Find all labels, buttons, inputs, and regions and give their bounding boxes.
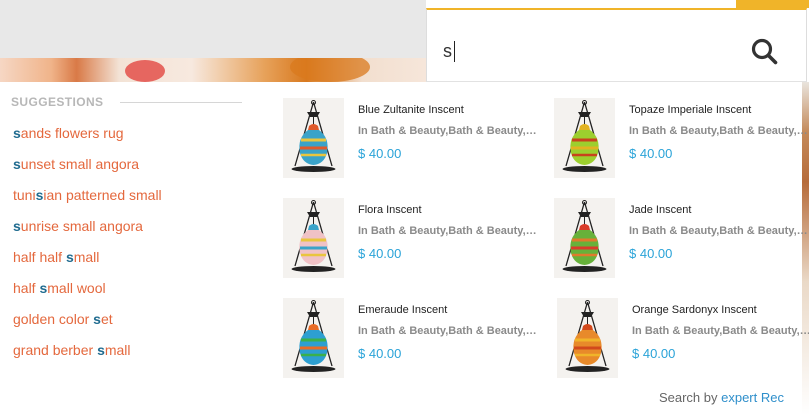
product-image[interactable] <box>554 98 615 178</box>
suggestion-text: unset small angora <box>20 156 140 172</box>
powered-by-footer: Search by expert Rec <box>659 390 784 405</box>
suggestions-divider <box>120 102 242 103</box>
suggestion-text: tuni <box>13 187 36 203</box>
suggestion-match-highlight: s <box>13 125 21 141</box>
suggestion-match-highlight: s <box>13 156 21 172</box>
suggestion-item[interactable]: sands flowers rug <box>13 124 162 155</box>
product-name[interactable]: Orange Sardonyx Inscent <box>632 304 757 316</box>
product-category: In Bath & Beauty,Bath & Beauty,Home Deco… <box>629 225 809 237</box>
suggestion-text: half half <box>13 249 66 265</box>
product-result[interactable]: Orange Sardonyx Inscent In Bath & Beauty,… <box>557 298 809 380</box>
suggestion-item[interactable]: half half small <box>13 248 162 279</box>
suggestion-match-highlight: s <box>97 342 105 358</box>
product-name[interactable]: Topaze Imperiale Inscent <box>629 104 751 116</box>
product-category: In Bath & Beauty,Bath & Beauty,Home Deco… <box>629 125 809 137</box>
product-category: In Bath & Beauty,Bath & Beauty,Home Deco… <box>632 325 809 337</box>
page-header-background <box>0 0 426 58</box>
header-top-strip <box>426 0 809 8</box>
product-result[interactable]: Flora Inscent In Bath & Beauty,Bath & Bea… <box>283 198 541 280</box>
brand-logo-text[interactable]: expert <box>721 390 757 405</box>
search-icon <box>751 38 778 65</box>
product-name[interactable]: Emeraude Inscent <box>358 304 447 316</box>
product-result[interactable]: Jade Inscent In Bath & Beauty,Bath & Beau… <box>554 198 809 280</box>
product-price: $ 40.00 <box>632 346 676 361</box>
product-name[interactable]: Jade Inscent <box>629 204 691 216</box>
product-image[interactable] <box>554 198 615 278</box>
suggestion-text: golden color <box>13 311 94 327</box>
product-result[interactable]: Topaze Imperiale Inscent In Bath & Beauty… <box>554 98 809 180</box>
suggestion-text: unrise small angora <box>20 218 143 234</box>
suggestion-text: half <box>13 280 40 296</box>
product-result[interactable]: Emeraude Inscent In Bath & Beauty,Bath & … <box>283 298 541 380</box>
search-box <box>426 8 807 82</box>
suggestion-text: et <box>100 311 113 327</box>
suggestion-text: ands flowers rug <box>20 125 124 141</box>
product-image[interactable] <box>283 98 344 178</box>
suggestions-header: SUGGESTIONS <box>11 95 104 109</box>
product-price: $ 40.00 <box>358 246 402 261</box>
suggestion-match-highlight: s <box>93 311 101 327</box>
suggestion-item[interactable]: grand berber small <box>13 341 162 372</box>
suggestion-text: ian patterned small <box>43 187 162 203</box>
product-category: In Bath & Beauty,Bath & Beauty,Home Deco… <box>358 125 538 137</box>
product-category: In Bath & Beauty,Bath & Beauty,Home Deco… <box>358 325 538 337</box>
suggestion-item[interactable]: tunisian patterned small <box>13 186 162 217</box>
suggestion-match-highlight: s <box>65 249 74 265</box>
accent-bar <box>736 0 809 8</box>
suggestion-text: mall <box>73 249 100 265</box>
suggestion-item[interactable]: sunrise small angora <box>13 217 162 248</box>
product-price: $ 40.00 <box>358 346 402 361</box>
suggestion-text: mall <box>104 342 131 358</box>
product-image[interactable] <box>557 298 618 378</box>
product-result[interactable]: Blue Zultanite Inscent In Bath & Beauty,B… <box>283 98 541 180</box>
footer-prefix: Search by <box>658 390 718 405</box>
hero-banner-image <box>0 58 426 82</box>
suggestion-match-highlight: s <box>13 218 21 234</box>
suggestion-item[interactable]: half small wool <box>13 279 162 310</box>
product-category: In Bath & Beauty,Bath & Beauty,Home Deco… <box>358 225 538 237</box>
search-button[interactable] <box>747 34 783 70</box>
product-name[interactable]: Flora Inscent <box>358 204 422 216</box>
suggestion-text: mall wool <box>47 280 106 296</box>
suggestion-item[interactable]: sunset small angora <box>13 155 162 186</box>
text-caret <box>454 41 455 62</box>
product-price: $ 40.00 <box>358 146 402 161</box>
suggestion-item[interactable]: golden color set <box>13 310 162 341</box>
brand-logo-text-2[interactable]: Rec <box>761 390 784 405</box>
suggestion-text: grand berber <box>13 342 98 358</box>
suggestions-list: sands flowers rug sunset small angora tuni… <box>13 124 162 372</box>
product-image[interactable] <box>283 298 344 378</box>
search-input[interactable] <box>443 38 723 64</box>
product-image[interactable] <box>283 198 344 278</box>
product-price: $ 40.00 <box>629 246 673 261</box>
product-price: $ 40.00 <box>629 146 673 161</box>
product-name[interactable]: Blue Zultanite Inscent <box>358 104 464 116</box>
